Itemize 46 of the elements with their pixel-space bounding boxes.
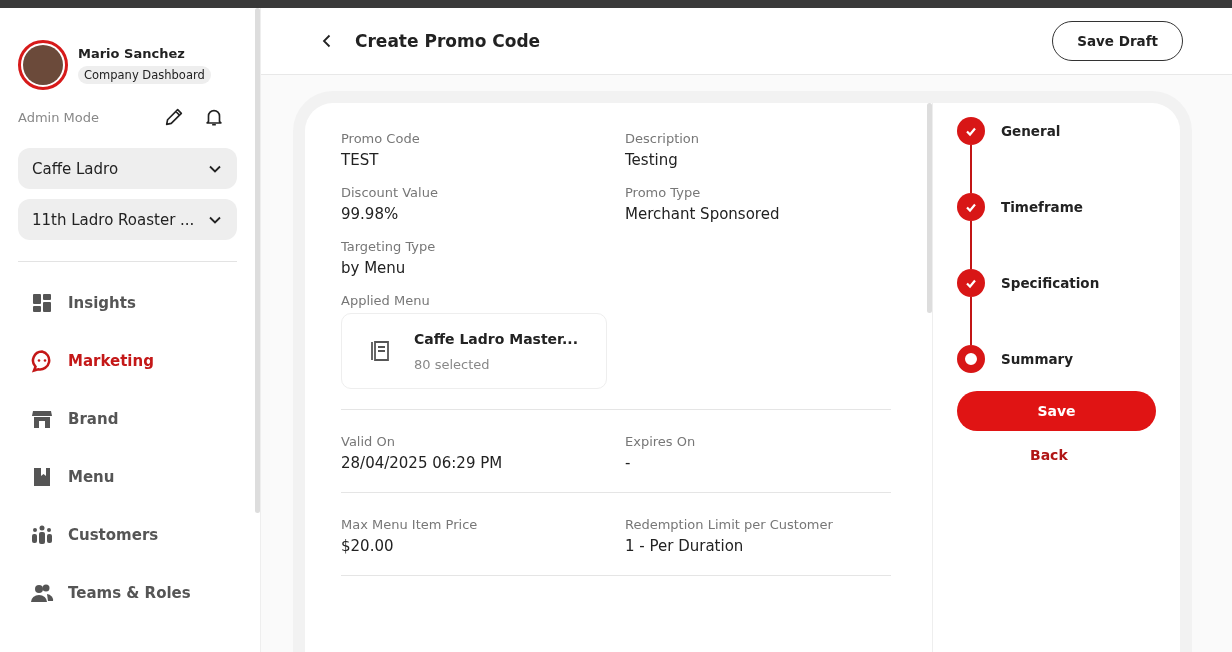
step-label: Timeframe [1001,198,1083,217]
field-value: 99.98% [341,205,400,223]
field-label: Promo Type [625,185,702,200]
field-value: TEST [341,151,380,169]
field-value: - [625,454,632,472]
nav-item[interactable]: Marketing [18,332,154,390]
pencil-icon[interactable] [163,106,185,128]
nav-item[interactable]: Insights [18,274,136,332]
location-dropdown[interactable]: Caffe Ladro [18,148,237,189]
grid-icon [30,291,54,315]
field-label: Expires On [625,434,697,449]
admin-mode-label: Admin Mode [18,109,100,125]
document-icon [368,339,392,363]
menu-card[interactable]: Caffe Ladro Master... 80 selected [341,313,607,389]
field-label: Targeting Type [341,239,437,254]
nav-item[interactable]: Brand [18,390,119,448]
field-label: Promo Code [341,131,421,146]
save-button[interactable]: Save [957,391,1156,431]
field-label: Max Menu Item Price [341,517,479,532]
field-value: by Menu [341,259,407,277]
field-value: $20.00 [341,537,395,555]
people-icon [30,523,54,547]
save-draft-button[interactable]: Save Draft [1052,21,1183,61]
menu-count: 80 selected [414,356,491,372]
location-dropdown[interactable]: 11th Ladro Roaster ... [18,199,237,240]
nav-item[interactable]: Menu [18,448,115,506]
field-label: Discount Value [341,185,439,200]
field-label: Redemption Limit per Customer [625,517,834,532]
field-label: Description [625,131,701,146]
field-value: 1 - Per Duration [625,537,745,555]
dashboard-badge: Company Dashboard [78,66,211,84]
field-value: 28/04/2025 06:29 PM [341,454,504,472]
field-value: Testing [625,151,679,169]
nav-item[interactable]: Customers [18,506,159,564]
step-label: General [1001,122,1061,141]
user-name: Mario Sanchez [78,46,185,61]
nav-item[interactable]: Teams & Roles [18,564,191,622]
avatar [18,40,68,90]
menu-name: Caffe Ladro Master... [414,330,578,347]
step-label: Summary [1001,350,1074,369]
field-label: Applied Menu [341,293,431,308]
field-value: Merchant Sponsored [625,205,781,223]
page-title: Create Promo Code [355,31,542,51]
field-label: Valid On [341,434,396,449]
step-label: Specification [1001,274,1100,293]
back-link[interactable]: Back [1030,447,1068,463]
